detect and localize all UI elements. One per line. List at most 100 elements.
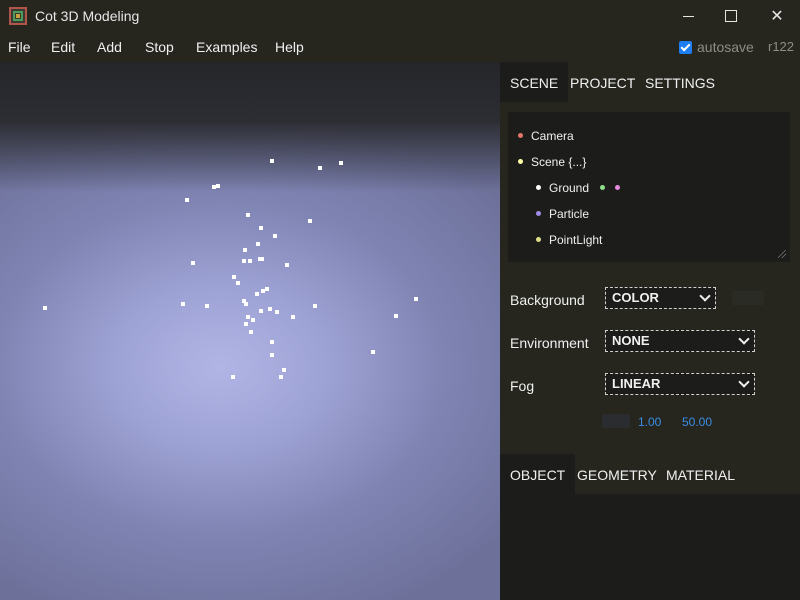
particle-point xyxy=(244,322,248,326)
particle-point xyxy=(279,375,283,379)
particle-point xyxy=(191,261,195,265)
scene-outliner[interactable]: Camera Scene {...} Ground Particle Point… xyxy=(508,112,790,262)
particle-point xyxy=(256,242,260,246)
particle-point xyxy=(246,213,250,217)
particle-point xyxy=(231,375,235,379)
material-dot-icon xyxy=(615,185,621,191)
outliner-item-label: Ground xyxy=(549,181,590,195)
particle-point xyxy=(308,219,312,223)
particle-point xyxy=(205,304,209,308)
autosave-checkbox[interactable] xyxy=(679,40,692,54)
particle-point xyxy=(249,330,253,334)
particle-point xyxy=(270,159,274,163)
tab-settings[interactable]: SETTINGS xyxy=(635,62,725,102)
outliner-item-label: PointLight xyxy=(549,233,603,247)
menu-edit[interactable]: Edit xyxy=(51,39,75,55)
particle-point xyxy=(255,292,259,296)
outliner-item-camera[interactable]: Camera xyxy=(518,129,574,143)
object-tabs: OBJECT GEOMETRY MATERIAL xyxy=(500,454,800,494)
scene-dot-icon xyxy=(518,159,523,165)
background-select[interactable]: COLOR xyxy=(605,287,716,309)
particle-point xyxy=(251,318,255,322)
particle-point xyxy=(248,259,252,263)
chevron-down-icon xyxy=(738,333,750,345)
close-button[interactable]: ✕ xyxy=(754,0,800,32)
background-select-value: COLOR xyxy=(612,290,659,305)
revision-label: r122 xyxy=(768,39,795,54)
light-dot-icon xyxy=(536,237,541,243)
minimize-button[interactable] xyxy=(665,0,711,32)
outliner-item-label: Camera xyxy=(531,129,574,143)
particle-point xyxy=(246,315,250,319)
outliner-item-label: Scene {...} xyxy=(531,155,587,169)
fog-label: Fog xyxy=(510,378,535,394)
chevron-down-icon xyxy=(699,290,711,302)
particle-point xyxy=(243,248,247,252)
fog-select-value: LINEAR xyxy=(612,376,661,391)
fog-far-input[interactable]: 50.00 xyxy=(682,415,712,429)
mesh-dot-icon xyxy=(536,185,541,191)
particle-point xyxy=(268,307,272,311)
particle-point xyxy=(318,166,322,170)
environment-select[interactable]: NONE xyxy=(605,330,755,352)
outliner-item-ground[interactable]: Ground xyxy=(536,181,628,195)
particle-point xyxy=(216,184,220,188)
maximize-button[interactable] xyxy=(708,0,754,32)
background-label: Background xyxy=(510,292,585,308)
particle-point xyxy=(339,161,343,165)
environment-select-value: NONE xyxy=(612,333,650,348)
particle-point xyxy=(285,263,289,267)
menu-file[interactable]: File xyxy=(8,39,31,55)
particle-point xyxy=(291,315,295,319)
particle-point xyxy=(242,259,246,263)
title-bar: Cot 3D Modeling ✕ xyxy=(0,0,800,32)
resize-grip-icon[interactable] xyxy=(778,250,786,258)
particle-point xyxy=(260,257,264,261)
particle-point xyxy=(43,306,47,310)
particle-point xyxy=(259,309,263,313)
outliner-item-label: Particle xyxy=(549,207,590,221)
particle-point xyxy=(232,275,236,279)
particle-point xyxy=(259,226,263,230)
outliner-item-scene[interactable]: Scene {...} xyxy=(518,155,586,169)
particle-point xyxy=(282,368,286,372)
menu-help[interactable]: Help xyxy=(275,39,304,55)
fog-select[interactable]: LINEAR xyxy=(605,373,755,395)
autosave-label: autosave xyxy=(697,39,754,55)
tab-geometry[interactable]: GEOMETRY xyxy=(567,454,667,494)
fog-near-input[interactable]: 1.00 xyxy=(638,415,661,429)
menu-stop[interactable]: Stop xyxy=(145,39,174,55)
outliner-item-pointlight[interactable]: PointLight xyxy=(536,233,602,247)
scene-tabs: SCENE PROJECT SETTINGS xyxy=(500,62,800,102)
object-panel xyxy=(500,494,800,600)
particle-point xyxy=(371,350,375,354)
environment-label: Environment xyxy=(510,335,589,351)
tab-material[interactable]: MATERIAL xyxy=(656,454,745,494)
outliner-item-particle[interactable]: Particle xyxy=(536,207,589,221)
particle-point xyxy=(270,353,274,357)
maximize-icon xyxy=(725,10,737,22)
minimize-icon xyxy=(682,15,694,17)
tab-project[interactable]: PROJECT xyxy=(560,62,645,102)
tab-scene[interactable]: SCENE xyxy=(500,62,569,102)
camera-dot-icon xyxy=(518,133,523,139)
geometry-dot-icon xyxy=(600,185,606,191)
menu-add[interactable]: Add xyxy=(97,39,122,55)
particle-point xyxy=(275,310,279,314)
window-title: Cot 3D Modeling xyxy=(35,8,140,24)
points-dot-icon xyxy=(536,211,541,217)
fog-color-swatch[interactable] xyxy=(602,414,630,428)
background-color-swatch[interactable] xyxy=(732,291,764,305)
tab-object[interactable]: OBJECT xyxy=(500,454,576,494)
particle-point xyxy=(181,302,185,306)
particle-point xyxy=(273,234,277,238)
particle-point xyxy=(265,287,269,291)
3d-viewport[interactable] xyxy=(0,62,500,600)
menu-examples[interactable]: Examples xyxy=(196,39,257,55)
particle-point xyxy=(261,289,265,293)
particle-point xyxy=(394,314,398,318)
close-icon: ✕ xyxy=(770,8,784,25)
autosave-toggle[interactable]: autosave xyxy=(679,39,754,55)
app-logo-icon xyxy=(9,7,27,25)
particle-point xyxy=(414,297,418,301)
